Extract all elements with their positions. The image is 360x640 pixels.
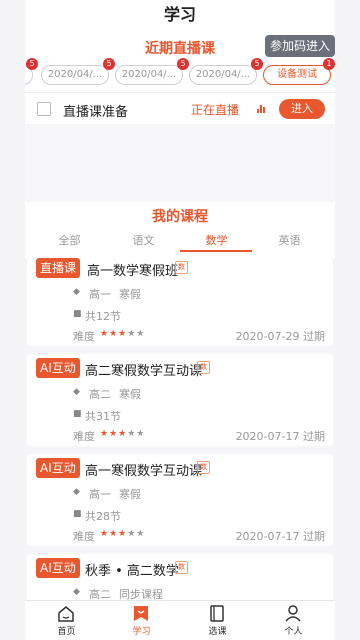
course-title: 秋季 • 高二数学 [85,564,179,579]
title-bar: 学习 [25,0,335,30]
subject-badge: 数 [175,261,188,274]
course-card[interactable]: AI互动 高一寒假数学互动课 数 ◆ 高一 寒假 ■ 共28节 难度 ★★★★★… [27,454,333,546]
tag-icon: ◆ [73,587,80,597]
join-code-button[interactable]: 参加码进入 [265,35,335,57]
lesson-count: 共31节 [85,410,121,423]
course-grade: 高二 [89,388,111,401]
subject-badge: 数 [197,461,210,474]
lesson-count: 共12节 [85,310,121,323]
subject-badge: 数 [197,361,210,374]
difficulty-stars: ★★★★★ [100,429,146,439]
course-grade: 高一 [89,488,111,501]
tag-icon: ◆ [73,487,80,497]
live-prep-row: 直播课准备 正在直播 进入 [25,92,335,124]
app-screen: 学习 近期直播课 参加码进入 5 2020/04/... 5 2020/04/.… [25,0,335,640]
lesson-count: 共28节 [85,510,121,523]
device-test-label: 设备测试 [277,69,317,80]
count-badge: 5 [26,58,38,70]
course-card[interactable]: AI互动 高二寒假数学互动课 数 ◆ 高二 寒假 ■ 共31节 难度 ★★★★★… [27,354,333,446]
tab-math[interactable]: 数学 [178,232,255,248]
nav-home[interactable]: 首页 [28,601,105,640]
live-section: 近期直播课 参加码进入 5 2020/04/... 5 2020/04/... … [25,30,335,92]
live-bars-icon [257,105,267,113]
nav-label: 首页 [57,627,76,637]
course-title: 高二寒假数学互动课 [85,364,203,379]
expire-date: 2020-07-29 过期 [235,330,325,343]
tag-icon: ◆ [73,387,80,397]
course-term: 寒假 [119,288,141,301]
video-icon: ■ [73,509,82,519]
prep-checkbox[interactable] [37,102,51,116]
tab-english[interactable]: 英语 [251,232,328,248]
tag-icon: ◆ [73,287,80,297]
difficulty-label: 难度 [73,430,95,443]
page-title: 学习 [163,5,196,24]
live-chip[interactable]: 2020/04/... [115,65,183,85]
nav-label: 个人 [284,627,303,637]
live-chip-label: 2020/04/... [195,69,251,80]
count-badge: 5 [103,58,115,70]
bottom-nav: 首页 学习 选课 个人 [25,600,335,640]
prep-label: 直播课准备 [63,105,129,120]
course-title: 高一数学寒假班 [87,264,179,279]
expire-date: 2020-07-17 过期 [235,530,325,543]
enter-button[interactable]: 进入 [279,99,325,119]
course-card[interactable]: 直播课 高一数学寒假班 数 ◆ 高一 寒假 ■ 共12节 难度 ★★★★★ 20… [27,258,333,346]
courses-title: 我的课程 [152,209,208,225]
subject-badge: 数 [175,561,188,574]
nav-label: 学习 [132,627,151,637]
course-term: 寒假 [119,488,141,501]
expire-date: 2020-07-17 过期 [235,430,325,443]
tab-all[interactable]: 全部 [31,232,108,248]
video-icon: ■ [73,309,82,319]
live-date-chips: 5 2020/04/... 5 2020/04/... 5 2020/04/..… [25,58,335,88]
difficulty-label: 难度 [73,330,95,343]
course-type-tag: AI互动 [36,458,80,478]
live-chip-label: 2020/04/... [47,69,103,80]
course-term: 寒假 [119,388,141,401]
person-icon [285,605,301,622]
count-badge: 5 [251,58,263,70]
book-icon [210,605,224,622]
home-icon [58,606,74,622]
course-type-tag: AI互动 [36,358,80,378]
device-test-chip[interactable]: 设备测试 [263,65,331,85]
count-badge: 5 [177,58,189,70]
live-chip[interactable]: 2020/04/... [189,65,257,85]
tab-chinese[interactable]: 语文 [105,232,182,248]
live-chip-label: 2020/04/... [121,69,177,80]
course-type-tag: AI互动 [36,558,80,578]
count-badge: 1 [323,58,335,70]
course-title: 高一寒假数学互动课 [85,464,203,479]
page: 学习 近期直播课 参加码进入 5 2020/04/... 5 2020/04/.… [0,0,360,640]
difficulty-stars: ★★★★★ [100,329,146,339]
live-empty-area [25,124,335,202]
course-type-tag: 直播课 [36,258,81,278]
video-icon: ■ [73,409,82,419]
live-status: 正在直播 [191,103,240,117]
nav-courses[interactable]: 选课 [179,601,256,640]
study-icon [134,606,148,621]
live-chip[interactable]: 2020/04/... [41,65,109,85]
nav-label: 选课 [208,627,227,637]
tab-underline [180,250,252,252]
course-grade: 高一 [89,288,111,301]
difficulty-label: 难度 [73,530,95,543]
difficulty-stars: ★★★★★ [100,529,146,539]
courses-header: 我的课程 全部 语文 数学 英语 [25,202,335,258]
nav-profile[interactable]: 个人 [255,601,332,640]
nav-study[interactable]: 学习 [103,601,180,640]
